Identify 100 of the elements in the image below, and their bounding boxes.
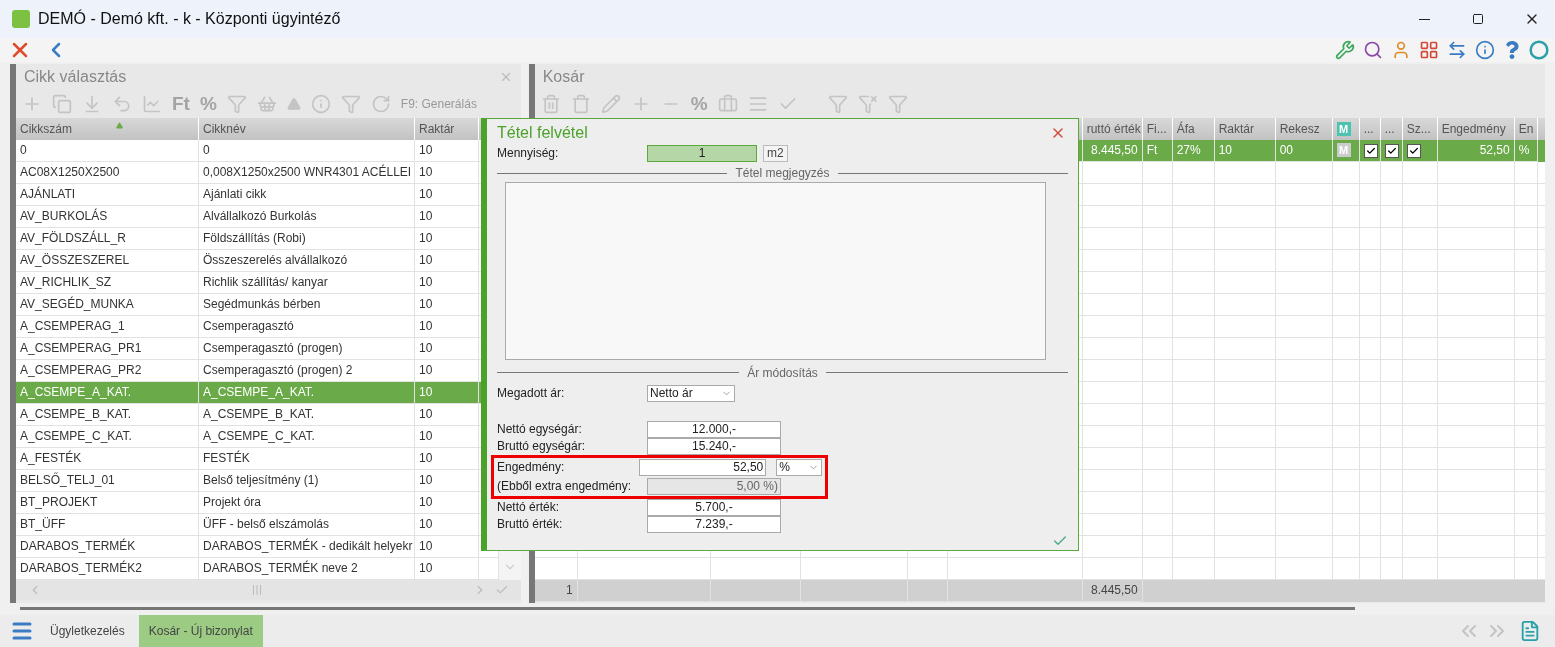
table-cell[interactable]: A_CSEMPE_C_KAT. (16, 426, 199, 448)
table-cell: A_CSEMPE_C_KAT. (199, 426, 415, 448)
table-cell: 10 (415, 162, 479, 184)
unit-dropdown[interactable]: % (776, 458, 822, 476)
check-icon (1386, 145, 1397, 156)
basket-icon[interactable] (256, 94, 277, 114)
table-cell: 10 (415, 360, 479, 382)
table-cell[interactable]: DARABOS_TERMÉK2 (16, 558, 199, 580)
table-cell[interactable]: AJÁNLATI (16, 184, 199, 206)
circle-icon[interactable] (1529, 40, 1549, 60)
help-icon[interactable] (1503, 41, 1521, 59)
check-icon (1365, 145, 1376, 156)
check-icon (494, 583, 509, 597)
table-cell: DARABOS_TERMÉK neve 2 (199, 558, 415, 580)
info-icon[interactable] (1475, 40, 1495, 60)
column-header[interactable]: Raktár (415, 118, 479, 140)
table-cell: ÜFF - belső elszámolás (199, 514, 415, 536)
table-cell: DARABOS_TERMÉK - dedikált helyekr (199, 536, 415, 558)
chart-icon[interactable] (142, 94, 162, 114)
table-cell: Ajánlati cikk (199, 184, 415, 206)
toolbox-icon[interactable] (717, 94, 738, 114)
shortcut-hint: F9: Generálás (400, 97, 477, 111)
table-cell: 10 (415, 382, 479, 404)
list-icon[interactable] (747, 94, 768, 114)
section-title: Tétel megjegyzés (735, 166, 830, 181)
field-label: Mennyiség: (497, 146, 560, 161)
field-label: Bruttó érték: (497, 517, 564, 532)
trash-icon[interactable] (570, 94, 591, 114)
grid-icon[interactable] (1419, 40, 1439, 60)
table-cell: 10 (415, 448, 479, 470)
table-cell[interactable]: BT_PROJEKT (16, 492, 199, 514)
table-cell: Csemperagasztó (199, 316, 415, 338)
scroll-grip-icon[interactable] (251, 584, 264, 596)
table-cell[interactable]: AC08X1250X2500 (16, 162, 199, 184)
field-label: Engedmény: (497, 460, 566, 475)
checkbox[interactable] (1406, 143, 1421, 158)
table-cell: 8.445,50 (1082, 580, 1143, 602)
filter-icon[interactable] (340, 94, 361, 114)
quantity-field[interactable]: 1 (647, 144, 757, 162)
document-icon[interactable] (1519, 620, 1541, 642)
table-cell[interactable]: A_FESTÉK (16, 448, 199, 470)
table-cell: Alvállalkozó Burkolás (199, 206, 415, 228)
input-field[interactable]: 52,50 (639, 458, 767, 476)
table-cell[interactable]: A_CSEMPERAG_PR2 (16, 360, 199, 382)
table-cell: 1 (534, 580, 578, 602)
field-label: Bruttó egységár: (497, 439, 587, 454)
table-cell[interactable]: A_CSEMPERAG_PR1 (16, 338, 199, 360)
column-header[interactable]: Cikkszám (16, 118, 199, 140)
user-icon[interactable] (1391, 40, 1411, 60)
table-cell[interactable]: AV_ÖSSZESZEREL (16, 250, 199, 272)
table-cell[interactable]: AV_FÖLDSZÁLL_R (16, 228, 199, 250)
minimize-icon (1418, 18, 1430, 20)
window-title: DEMÓ - Demó kft. - k - Központi ügyintéző (38, 10, 342, 28)
wrench-icon[interactable] (1335, 40, 1355, 60)
undo-icon[interactable] (112, 94, 132, 114)
filter-icon[interactable] (887, 94, 908, 114)
table-cell: 10 (415, 206, 479, 228)
section-title: Ár módosítás (747, 365, 818, 380)
dialog-title: Tétel felvétel (497, 123, 588, 142)
app-logo (12, 10, 30, 28)
table-cell: 10 (415, 228, 479, 250)
table-cell[interactable]: 0 (16, 140, 199, 162)
tab[interactable]: Kosár - Új bizonylat (138, 615, 263, 647)
column-header[interactable]: Cikknév (199, 118, 415, 140)
input-field[interactable]: 12.000,- (647, 420, 781, 438)
swap-arrows-icon[interactable] (1447, 40, 1467, 60)
table-cell[interactable]: A_CSEMPE_B_KAT. (16, 404, 199, 426)
table-cell: Richlik szállítás/ kanyar (199, 272, 415, 294)
table-cell: Csemperagasztó (progen) (199, 338, 415, 360)
table-cell[interactable]: DARABOS_TERMÉK (16, 536, 199, 558)
table-cell[interactable]: AV_BURKOLÁS (16, 206, 199, 228)
table-cell[interactable]: A_CSEMPERAG_1 (16, 316, 199, 338)
triangle-icon[interactable] (286, 97, 301, 111)
table-cell: 10 (415, 338, 479, 360)
price-type-dropdown[interactable]: Netto ár (647, 384, 735, 402)
checkbox[interactable] (1363, 143, 1378, 158)
table-cell: 10 (415, 294, 479, 316)
table-cell[interactable]: AV_RICHLIK_SZ (16, 272, 199, 294)
table-cell: A_CSEMPE_B_KAT. (199, 404, 415, 426)
maximize-icon (1472, 13, 1484, 25)
note-field[interactable] (505, 182, 1046, 360)
table-cell[interactable]: BT_ÜFF (16, 514, 199, 536)
trash-icon[interactable] (540, 94, 561, 114)
table-cell: Segédmunkás bérben (199, 294, 415, 316)
table-cell: 10 (415, 140, 479, 162)
table-cell: Földszállítás (Robi) (199, 228, 415, 250)
refresh-icon[interactable] (370, 94, 391, 114)
pencil-icon[interactable] (600, 94, 621, 114)
table-cell: 10 (415, 404, 479, 426)
tab[interactable]: Ügyletkezelés (40, 615, 135, 647)
table-cell[interactable]: BELSŐ_TELJ_01 (16, 470, 199, 492)
table-cell[interactable]: AV_SEGÉD_MUNKA (16, 294, 199, 316)
copy-icon[interactable] (52, 94, 72, 114)
filter-icon[interactable] (827, 94, 848, 114)
table-cell: 10 (415, 184, 479, 206)
search-icon[interactable] (1363, 40, 1383, 60)
filter-icon[interactable] (226, 94, 247, 114)
checkbox[interactable] (1384, 143, 1399, 158)
download-icon[interactable] (82, 94, 102, 114)
filter-clear-icon[interactable] (857, 94, 878, 114)
